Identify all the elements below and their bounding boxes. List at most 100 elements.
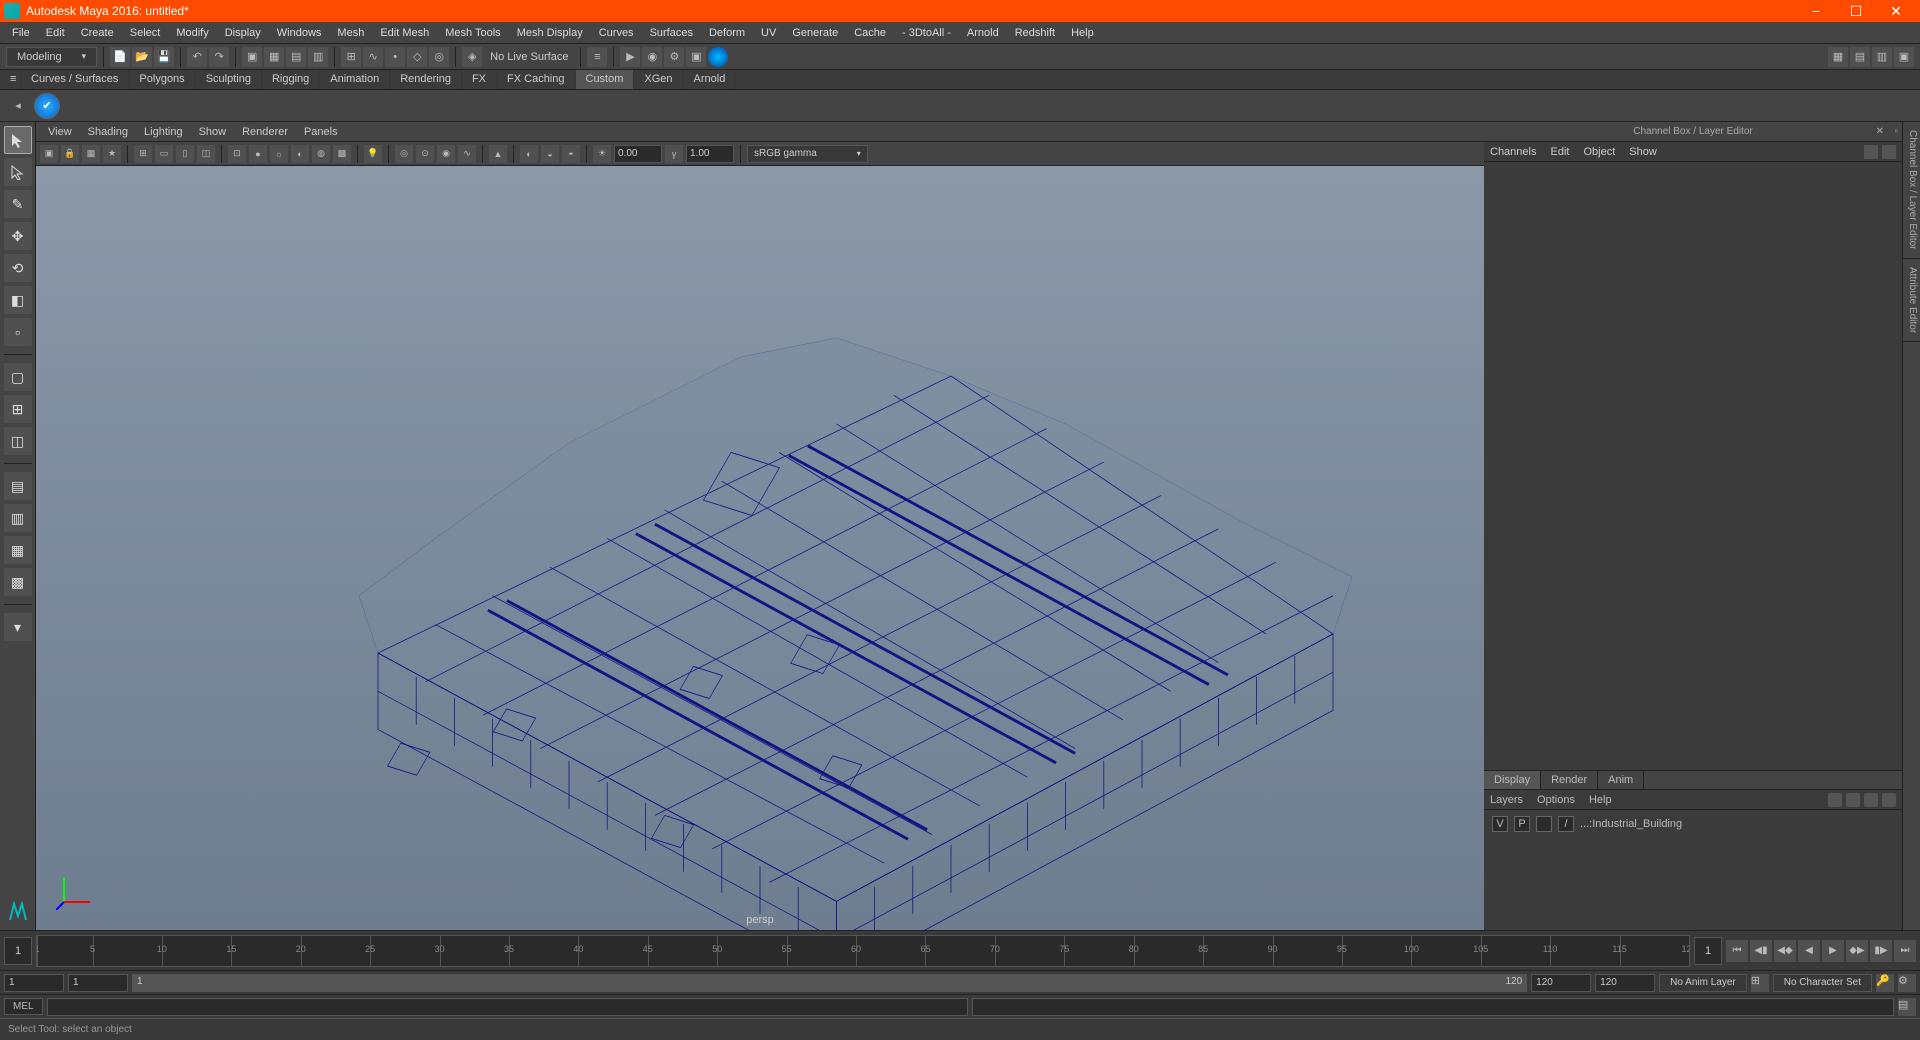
layer-menu-options[interactable]: Options: [1537, 794, 1575, 806]
exposure-icon[interactable]: ☀: [593, 145, 611, 163]
layout-single[interactable]: ▢: [4, 363, 32, 391]
layout-options[interactable]: ▾: [4, 613, 32, 641]
prev-key-button[interactable]: ◀◆: [1774, 940, 1796, 962]
step-back-button[interactable]: ◀▮: [1750, 940, 1772, 962]
menu-create[interactable]: Create: [73, 24, 122, 42]
shelf-tab-menu[interactable]: ≡: [0, 70, 21, 89]
shelf-tab-arnold[interactable]: Arnold: [684, 70, 737, 89]
xray-joints-button[interactable]: ⊙: [416, 145, 434, 163]
menu-modify[interactable]: Modify: [168, 24, 216, 42]
dof-toggle[interactable]: ◓: [562, 145, 580, 163]
channel-box-toggle[interactable]: ▣: [1894, 47, 1914, 67]
menu-redshift[interactable]: Redshift: [1007, 24, 1063, 42]
open-scene-button[interactable]: 📂: [132, 47, 152, 67]
color-management-dropdown[interactable]: sRGB gamma: [747, 145, 868, 163]
workspace-mode-dropdown[interactable]: Modeling: [6, 47, 97, 67]
menu-help[interactable]: Help: [1063, 24, 1102, 42]
select-hierarchy-toggle[interactable]: ▦: [264, 47, 284, 67]
camera-select-button[interactable]: ▣: [40, 145, 58, 163]
default-light-button[interactable]: 💡: [364, 145, 382, 163]
scale-tool[interactable]: ◧: [4, 286, 32, 314]
wireframe-button[interactable]: ⊡: [228, 145, 246, 163]
shelf-tab-animation[interactable]: Animation: [320, 70, 390, 89]
gamma-input[interactable]: [686, 145, 734, 163]
menu-uv[interactable]: UV: [753, 24, 784, 42]
script-editor-button[interactable]: ▤: [1898, 998, 1916, 1016]
render-frame-button[interactable]: ▶: [620, 47, 640, 67]
render-settings-button[interactable]: ⚙: [664, 47, 684, 67]
panel-menu-show[interactable]: Show: [191, 124, 235, 140]
play-forward-button[interactable]: ▶: [1822, 940, 1844, 962]
channel-menu-channels[interactable]: Channels: [1490, 146, 1536, 158]
isolate-select-button[interactable]: ◉: [437, 145, 455, 163]
menu-curves[interactable]: Curves: [591, 24, 642, 42]
step-forward-button[interactable]: ▮▶: [1870, 940, 1892, 962]
layout-preset-3[interactable]: ▦: [4, 536, 32, 564]
shelf-tab-polygons[interactable]: Polygons: [129, 70, 195, 89]
move-tool[interactable]: ✥: [4, 222, 32, 250]
right-tab-attribute-editor[interactable]: Attribute Editor: [1903, 259, 1920, 342]
tool-settings-toggle[interactable]: ▥: [1872, 47, 1892, 67]
construction-history-toggle[interactable]: ≡: [587, 47, 607, 67]
msaa-toggle[interactable]: ◒: [541, 145, 559, 163]
snap-plane-toggle[interactable]: ◇: [407, 47, 427, 67]
menu-mesh[interactable]: Mesh: [329, 24, 372, 42]
menu-generate[interactable]: Generate: [784, 24, 846, 42]
minimize-button[interactable]: −: [1796, 0, 1836, 22]
panel-menu-renderer[interactable]: Renderer: [234, 124, 296, 140]
shelf-tab-fx-caching[interactable]: FX Caching: [497, 70, 575, 89]
layer-row[interactable]: V P / ...:Industrial_Building: [1488, 814, 1898, 834]
layout-preset-2[interactable]: ▥: [4, 504, 32, 532]
layout-four[interactable]: ⊞: [4, 395, 32, 423]
anim-layer-dropdown[interactable]: No Anim Layer: [1659, 974, 1747, 992]
layout-preset-4[interactable]: ▩: [4, 568, 32, 596]
layer-state-toggle[interactable]: [1536, 816, 1552, 832]
shelf-tab-rendering[interactable]: Rendering: [390, 70, 462, 89]
save-scene-button[interactable]: 💾: [154, 47, 174, 67]
xray-button[interactable]: ◎: [395, 145, 413, 163]
panel-close-button[interactable]: ✕: [1876, 126, 1884, 137]
layer-playback-toggle[interactable]: P: [1514, 816, 1530, 832]
next-key-button[interactable]: ◆▶: [1846, 940, 1868, 962]
motion-trails-button[interactable]: ∿: [458, 145, 476, 163]
menu-surfaces[interactable]: Surfaces: [642, 24, 701, 42]
hypershade-button[interactable]: [708, 47, 728, 67]
maximize-button[interactable]: ☐: [1836, 0, 1876, 22]
play-back-button[interactable]: ◀: [1798, 940, 1820, 962]
timeline-ruler[interactable]: 1510152025303540455055606570758085909510…: [36, 935, 1690, 967]
layer-menu-layers[interactable]: Layers: [1490, 794, 1523, 806]
snap-curve-toggle[interactable]: ∿: [363, 47, 383, 67]
menu-mesh-tools[interactable]: Mesh Tools: [437, 24, 508, 42]
new-scene-button[interactable]: 📄: [110, 47, 130, 67]
bookmark-button[interactable]: ★: [103, 145, 121, 163]
snap-grid-toggle[interactable]: ⊞: [341, 47, 361, 67]
undo-button[interactable]: ↶: [187, 47, 207, 67]
attribute-editor-toggle[interactable]: ▤: [1850, 47, 1870, 67]
command-input[interactable]: [47, 998, 969, 1016]
menu-file[interactable]: File: [4, 24, 38, 42]
channel-icon-1[interactable]: [1864, 145, 1878, 159]
shelf-tab-rigging[interactable]: Rigging: [262, 70, 320, 89]
layout-preset-1[interactable]: ▤: [4, 472, 32, 500]
lasso-tool[interactable]: [4, 158, 32, 186]
select-component-toggle[interactable]: ▥: [308, 47, 328, 67]
layer-color-swatch[interactable]: /: [1558, 816, 1574, 832]
redo-button[interactable]: ↷: [209, 47, 229, 67]
layer-visibility-toggle[interactable]: V: [1492, 816, 1508, 832]
use-lights-button[interactable]: ☼: [270, 145, 288, 163]
script-language-dropdown[interactable]: MEL: [4, 998, 43, 1015]
exposure-input[interactable]: [614, 145, 662, 163]
anim-layer-button[interactable]: ⊞: [1751, 974, 1769, 992]
panel-menu-shading[interactable]: Shading: [80, 124, 136, 140]
resolution-gate-toggle[interactable]: ▯: [176, 145, 194, 163]
ipr-button[interactable]: ◉: [642, 47, 662, 67]
shelf-custom-icon[interactable]: ✔: [34, 93, 60, 119]
layer-menu-help[interactable]: Help: [1589, 794, 1612, 806]
paint-select-tool[interactable]: ✎: [4, 190, 32, 218]
menu-display[interactable]: Display: [217, 24, 269, 42]
layer-move-up-button[interactable]: [1846, 793, 1860, 807]
end-frame-display[interactable]: [1694, 937, 1722, 965]
menu-windows[interactable]: Windows: [269, 24, 330, 42]
layer-tab-anim[interactable]: Anim: [1598, 771, 1644, 789]
channel-icon-2[interactable]: [1882, 145, 1896, 159]
